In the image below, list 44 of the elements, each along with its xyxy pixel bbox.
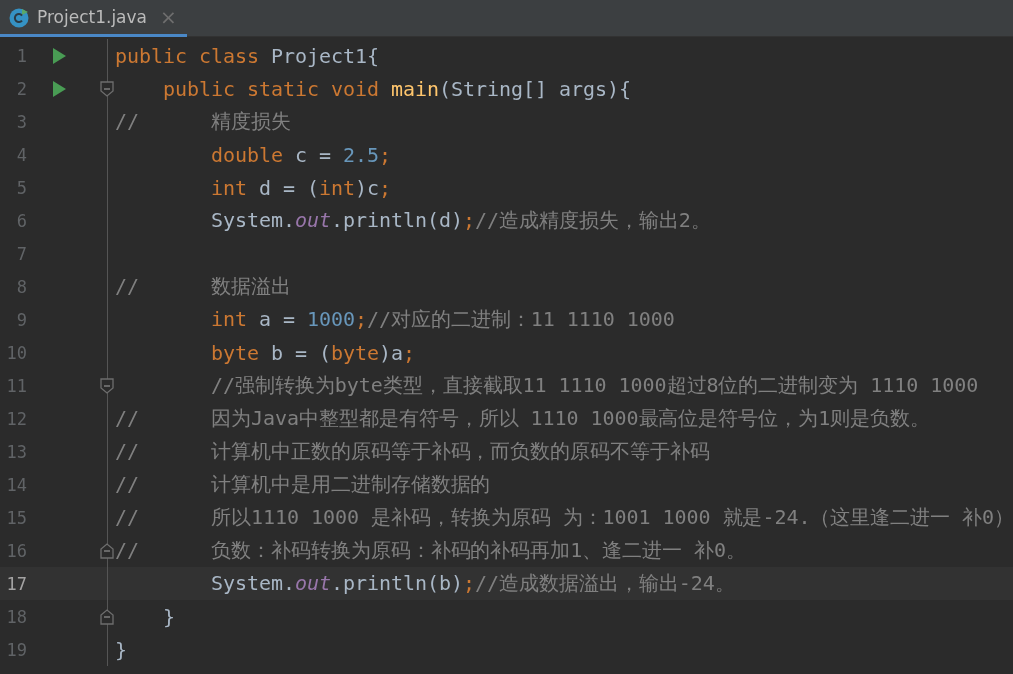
code-line: //强制转换为byte类型，直接截取11 1110 1000超过8位的二进制变为 1110 1000 [210,372,980,399]
line-number: 18 [5,606,28,627]
line-number: 1 [15,45,28,66]
code-line: int a = 1000;//对应的二进制：11 1110 1000 [210,306,676,333]
line-number: 4 [15,144,28,165]
code-line: // 负数：补码转换为原码：补码的补码再加1、逢二进一 补0。 [115,537,747,564]
line-number: 14 [5,474,28,495]
code-line: System.out.println(b);//造成数据溢出，输出-24。 [210,570,736,597]
code-line: // 因为Java中整型都是有符号，所以 1110 1000最高位是符号位，为1则是负数。 [115,405,931,432]
run-icon[interactable] [52,47,66,64]
code-line: // 数据溢出 [115,273,292,300]
line-number: 9 [15,309,28,330]
line-number: 11 [5,375,28,396]
code-line: } [162,604,176,629]
code-line: System.out.println(d);//造成精度损失，输出2。 [210,207,712,234]
line-number: 17 [5,573,28,594]
line-number: 10 [5,342,28,363]
code-line: // 计算机中正数的原码等于补码，而负数的原码不等于补码 [115,438,711,465]
code-line: public static void main(String[] args){ [162,76,633,101]
code-line: } [115,637,128,662]
line-number: 2 [15,78,28,99]
code-line: // 精度损失 [115,108,292,135]
line-number: 7 [15,243,28,264]
fold-icon[interactable] [100,542,114,559]
code-line: public class Project1{ [115,43,381,68]
code-line: byte b = (byte)a; [210,340,417,365]
line-number: 8 [15,276,28,297]
fold-icon[interactable] [100,80,114,97]
run-icon[interactable] [52,80,66,97]
line-number: 3 [15,111,28,132]
line-number: 5 [15,177,28,198]
line-number: 19 [5,639,28,660]
line-number: 15 [5,507,28,528]
line-number: 6 [15,210,28,231]
fold-icon[interactable] [100,608,114,625]
code-line: double c = 2.5; [210,142,393,167]
line-number: 16 [5,540,28,561]
fold-icon[interactable] [100,377,114,394]
line-number: 13 [5,441,28,462]
code-line: // 所以1110 1000 是补码，转换为原码 为：1001 1000 就是-24.（这里逢二进一 补0） [115,504,1013,531]
line-number: 12 [5,408,28,429]
code-line: // 计算机中是用二进制存储数据的 [115,471,492,498]
code-line: int d = (int)c; [210,175,393,200]
java-class-icon [9,6,30,28]
